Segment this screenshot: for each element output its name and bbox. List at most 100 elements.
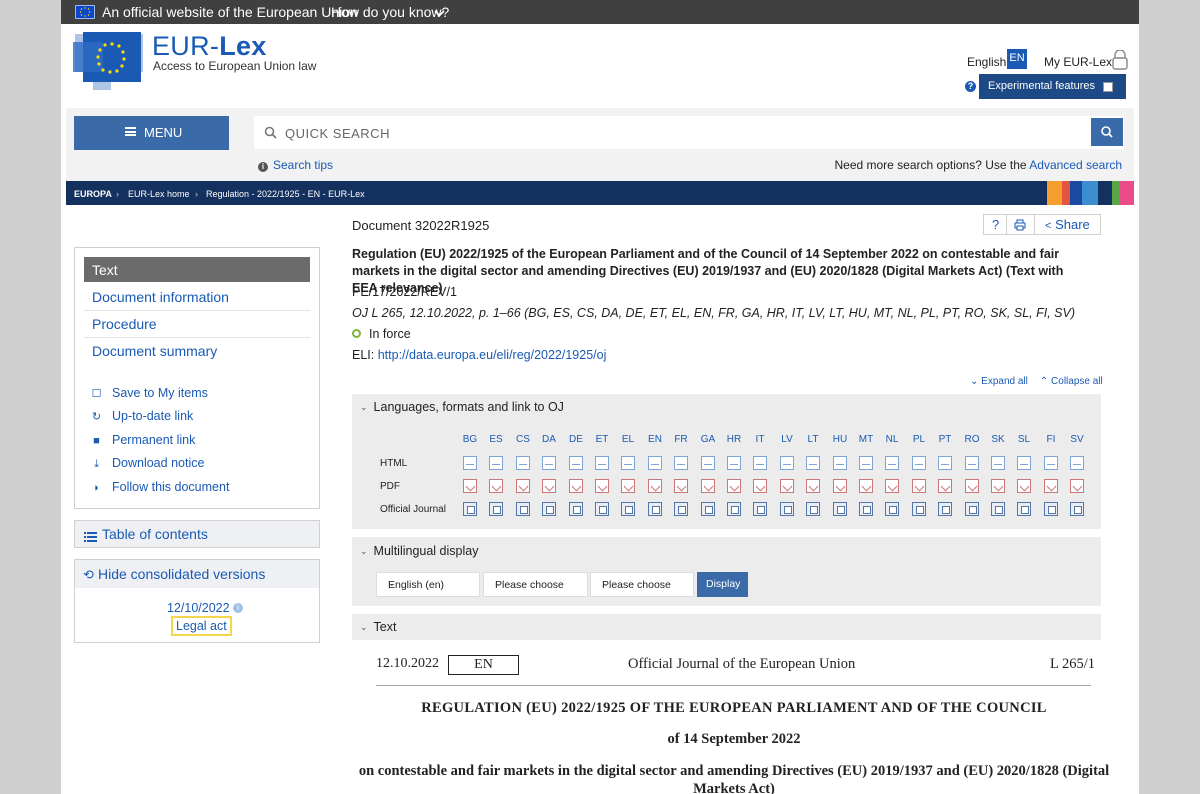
language-header-pt[interactable]: PT bbox=[934, 434, 956, 445]
html-file-icon[interactable] bbox=[885, 456, 899, 470]
official-journal-file-icon[interactable] bbox=[516, 502, 530, 516]
pdf-file-icon[interactable] bbox=[1070, 479, 1084, 493]
language-header-es[interactable]: ES bbox=[485, 434, 507, 445]
sidebar-item-document-summary[interactable]: Document summary bbox=[92, 343, 217, 359]
language-selector[interactable]: English bbox=[967, 55, 1006, 69]
html-file-icon[interactable] bbox=[912, 456, 926, 470]
breadcrumb-home[interactable]: EUR-Lex home bbox=[128, 189, 190, 199]
html-file-icon[interactable] bbox=[542, 456, 556, 470]
official-journal-file-icon[interactable] bbox=[1070, 502, 1084, 516]
languages-section-toggle[interactable]: ⌄ Languages, formats and link to OJ bbox=[360, 400, 564, 414]
official-journal-file-icon[interactable] bbox=[991, 502, 1005, 516]
pdf-file-icon[interactable] bbox=[806, 479, 820, 493]
pdf-file-icon[interactable] bbox=[674, 479, 688, 493]
pdf-file-icon[interactable] bbox=[859, 479, 873, 493]
share-button[interactable]: < Share bbox=[1045, 217, 1090, 232]
html-file-icon[interactable] bbox=[648, 456, 662, 470]
menu-button[interactable]: MENU bbox=[74, 116, 229, 150]
html-file-icon[interactable] bbox=[674, 456, 688, 470]
experimental-features-toggle[interactable]: Experimental features bbox=[979, 74, 1126, 99]
table-of-contents-toggle[interactable]: Table of contents bbox=[74, 520, 320, 548]
text-section-toggle[interactable]: ⌄ Text bbox=[360, 620, 396, 634]
html-file-icon[interactable] bbox=[806, 456, 820, 470]
language-header-hr[interactable]: HR bbox=[723, 434, 745, 445]
advanced-search-link[interactable]: Advanced search bbox=[1029, 158, 1122, 172]
pdf-file-icon[interactable] bbox=[1044, 479, 1058, 493]
html-file-icon[interactable] bbox=[991, 456, 1005, 470]
hide-consolidated-toggle[interactable]: ⟲ Hide consolidated versions bbox=[75, 560, 319, 588]
language-header-sl[interactable]: SL bbox=[1013, 434, 1035, 445]
sidebar-tab-text[interactable]: Text bbox=[84, 257, 310, 282]
html-file-icon[interactable] bbox=[701, 456, 715, 470]
pdf-file-icon[interactable] bbox=[489, 479, 503, 493]
language-header-pl[interactable]: PL bbox=[908, 434, 930, 445]
official-journal-file-icon[interactable] bbox=[674, 502, 688, 516]
pdf-file-icon[interactable] bbox=[1017, 479, 1031, 493]
pdf-file-icon[interactable] bbox=[938, 479, 952, 493]
official-journal-file-icon[interactable] bbox=[1017, 502, 1031, 516]
info-icon[interactable]: i bbox=[233, 603, 243, 613]
pdf-file-icon[interactable] bbox=[648, 479, 662, 493]
official-journal-file-icon[interactable] bbox=[542, 502, 556, 516]
download-notice-link[interactable]: ⤓ Download notice bbox=[91, 456, 204, 471]
up-to-date-link[interactable]: ↻ Up-to-date link bbox=[91, 409, 193, 423]
pdf-file-icon[interactable] bbox=[727, 479, 741, 493]
official-journal-file-icon[interactable] bbox=[569, 502, 583, 516]
official-journal-file-icon[interactable] bbox=[912, 502, 926, 516]
expand-all-button[interactable]: ⌄ Expand all bbox=[970, 376, 1034, 387]
eurlex-brand[interactable]: EUR-Lex bbox=[152, 31, 267, 62]
follow-document-link[interactable]: ◗ Follow this document bbox=[91, 480, 229, 494]
experimental-features-checkbox[interactable] bbox=[1103, 82, 1113, 92]
official-journal-file-icon[interactable] bbox=[938, 502, 952, 516]
collapse-all-button[interactable]: ⌃ Collapse all bbox=[1040, 376, 1109, 387]
official-journal-file-icon[interactable] bbox=[621, 502, 635, 516]
language-header-cs[interactable]: CS bbox=[512, 434, 534, 445]
help-icon[interactable]: ? bbox=[992, 217, 999, 232]
lock-icon[interactable] bbox=[1111, 49, 1129, 73]
language-header-ro[interactable]: RO bbox=[961, 434, 983, 445]
language-header-lv[interactable]: LV bbox=[776, 434, 798, 445]
legal-act-badge[interactable]: Legal act bbox=[171, 616, 232, 636]
language-header-nl[interactable]: NL bbox=[881, 434, 903, 445]
official-journal-file-icon[interactable] bbox=[780, 502, 794, 516]
official-journal-file-icon[interactable] bbox=[463, 502, 477, 516]
html-file-icon[interactable] bbox=[753, 456, 767, 470]
display-button[interactable]: Display bbox=[697, 572, 748, 597]
official-journal-file-icon[interactable] bbox=[753, 502, 767, 516]
html-file-icon[interactable] bbox=[1070, 456, 1084, 470]
html-file-icon[interactable] bbox=[938, 456, 952, 470]
breadcrumb-europa[interactable]: EUROPA bbox=[74, 189, 112, 199]
sidebar-item-document-information[interactable]: Document information bbox=[92, 289, 229, 305]
pdf-file-icon[interactable] bbox=[965, 479, 979, 493]
language-header-bg[interactable]: BG bbox=[459, 434, 481, 445]
pdf-file-icon[interactable] bbox=[991, 479, 1005, 493]
language-header-mt[interactable]: MT bbox=[855, 434, 877, 445]
html-file-icon[interactable] bbox=[516, 456, 530, 470]
html-file-icon[interactable] bbox=[489, 456, 503, 470]
pdf-file-icon[interactable] bbox=[833, 479, 847, 493]
html-file-icon[interactable] bbox=[1044, 456, 1058, 470]
official-journal-file-icon[interactable] bbox=[885, 502, 899, 516]
pdf-file-icon[interactable] bbox=[885, 479, 899, 493]
html-file-icon[interactable] bbox=[859, 456, 873, 470]
html-file-icon[interactable] bbox=[621, 456, 635, 470]
eli-link[interactable]: http://data.europa.eu/eli/reg/2022/1925/… bbox=[378, 348, 607, 362]
pdf-file-icon[interactable] bbox=[912, 479, 926, 493]
print-icon[interactable] bbox=[1014, 219, 1026, 234]
search-tips-link[interactable]: i Search tips bbox=[258, 158, 333, 172]
permanent-link[interactable]: ■ Permanent link bbox=[91, 433, 195, 447]
my-eurlex-link[interactable]: My EUR-Lex bbox=[1044, 55, 1112, 69]
language-select-2[interactable]: Please choose ⌄ bbox=[483, 572, 588, 597]
language-header-et[interactable]: ET bbox=[591, 434, 613, 445]
official-journal-file-icon[interactable] bbox=[489, 502, 503, 516]
html-file-icon[interactable] bbox=[595, 456, 609, 470]
official-journal-file-icon[interactable] bbox=[833, 502, 847, 516]
chevron-down-icon[interactable] bbox=[434, 6, 445, 22]
quick-search-input[interactable] bbox=[285, 121, 1075, 145]
official-journal-file-icon[interactable] bbox=[701, 502, 715, 516]
html-file-icon[interactable] bbox=[727, 456, 741, 470]
official-journal-file-icon[interactable] bbox=[965, 502, 979, 516]
language-header-hu[interactable]: HU bbox=[829, 434, 851, 445]
language-header-sv[interactable]: SV bbox=[1066, 434, 1088, 445]
language-select-1[interactable]: English (en) ⌄ bbox=[376, 572, 480, 597]
